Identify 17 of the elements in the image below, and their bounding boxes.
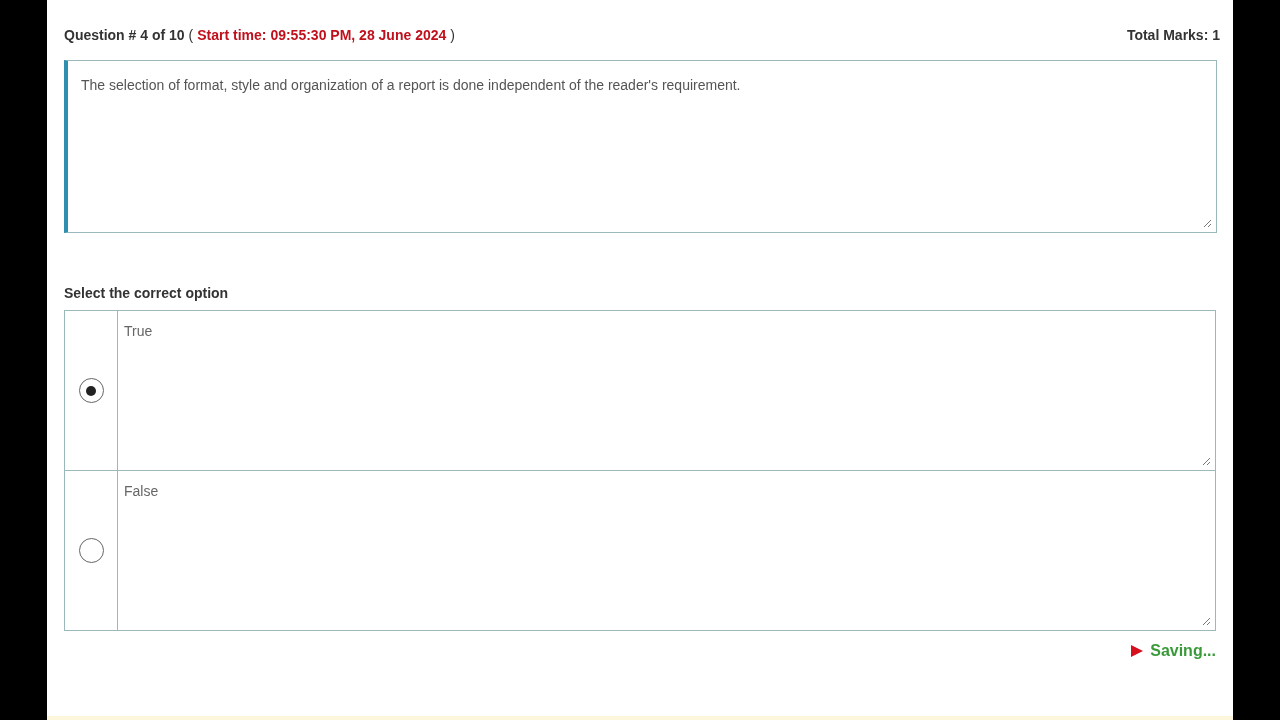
question-text: The selection of format, style and organization of a report is done independent of the reader's requirement. bbox=[81, 77, 741, 93]
question-number: Question # 4 of 10 bbox=[64, 25, 185, 45]
option-text: True bbox=[124, 323, 153, 339]
question-text-box[interactable]: The selection of format, style and organization of a report is done independent of the reader's requirement. bbox=[64, 60, 1217, 233]
radio-button[interactable] bbox=[78, 538, 104, 563]
close-paren: ) bbox=[450, 25, 455, 45]
saving-status: Saving... bbox=[1150, 641, 1216, 661]
option-text: False bbox=[124, 483, 159, 499]
select-prompt: Select the correct option bbox=[64, 284, 230, 303]
open-paren: ( bbox=[188, 25, 194, 45]
resize-handle-icon[interactable] bbox=[1202, 617, 1211, 626]
radio-button[interactable] bbox=[78, 378, 104, 403]
resize-handle-icon[interactable] bbox=[1202, 457, 1211, 466]
play-icon bbox=[1130, 644, 1145, 658]
total-marks: Total Marks: 1 bbox=[1126, 25, 1220, 45]
resize-handle-icon[interactable] bbox=[1203, 219, 1212, 228]
start-time: Start time: 09:55:30 PM, 28 June 2024 bbox=[197, 25, 447, 45]
